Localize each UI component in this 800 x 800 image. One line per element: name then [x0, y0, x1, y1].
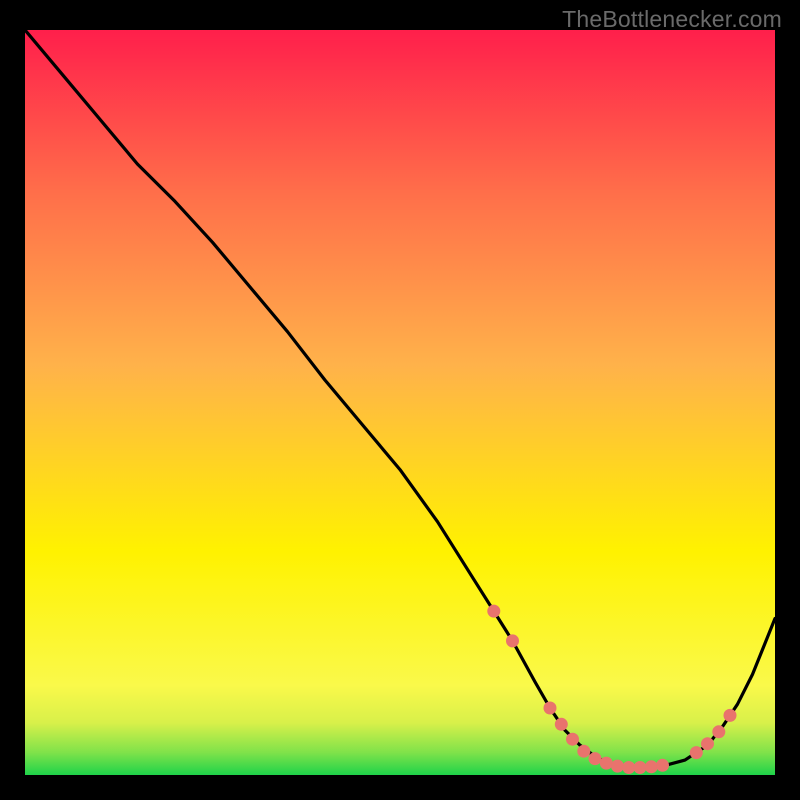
highlight-dot	[487, 605, 500, 618]
highlight-dot	[555, 718, 568, 731]
plot-area	[25, 30, 775, 775]
highlight-dot	[600, 757, 613, 770]
highlight-dot	[566, 733, 579, 746]
highlight-dot	[577, 745, 590, 758]
highlight-dot	[656, 759, 669, 772]
gradient-background	[25, 30, 775, 775]
highlight-dot	[645, 760, 658, 773]
highlight-dot	[544, 702, 557, 715]
highlight-dot	[589, 752, 602, 765]
highlight-dot	[611, 760, 624, 773]
watermark-text: TheBottlenecker.com	[562, 6, 782, 33]
highlight-dot	[634, 761, 647, 774]
chart-svg	[25, 30, 775, 775]
highlight-dot	[724, 709, 737, 722]
highlight-dot	[506, 634, 519, 647]
highlight-dot	[690, 746, 703, 759]
chart-frame: TheBottlenecker.com	[0, 0, 800, 800]
highlight-dot	[712, 725, 725, 738]
highlight-dot	[622, 761, 635, 774]
highlight-dot	[701, 737, 714, 750]
